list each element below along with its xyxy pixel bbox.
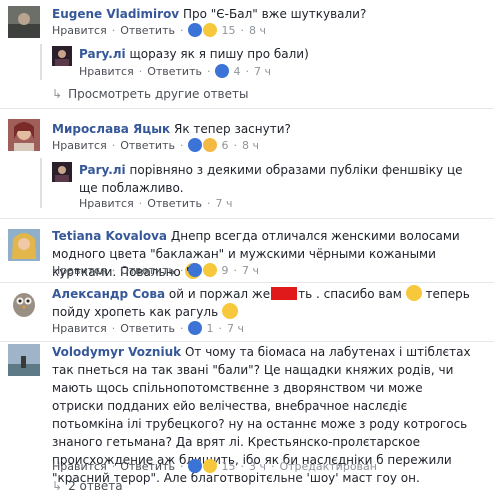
- like-reaction-icon: [188, 321, 203, 335]
- like-link[interactable]: Нравится: [52, 24, 107, 37]
- like-reaction-icon: [188, 138, 203, 152]
- view-replies-link[interactable]: ↳ 2 ответа: [52, 479, 123, 493]
- comment-body: Pary.лі щоразу як я пишу про бали): [79, 45, 479, 63]
- comment-actions: Нравится · Ответить · 9 · 7 ч: [52, 263, 259, 277]
- comment-author[interactable]: Мирослава Яцык: [52, 122, 170, 136]
- like-link[interactable]: Нравится: [79, 65, 134, 78]
- reaction-count[interactable]: 1: [206, 322, 213, 335]
- like-link[interactable]: Нравится: [52, 264, 107, 277]
- comment-text: порівняно з деякими образами публіки фен…: [79, 163, 463, 195]
- comment-body: Александр Сова ой и поржал же ть . спасиб…: [52, 285, 482, 321]
- like-link[interactable]: Нравится: [52, 322, 107, 335]
- reply-thread-line: [40, 158, 42, 208]
- comment-text: щоразу як я пишу про бали): [129, 47, 309, 61]
- reply-link[interactable]: Ответить: [120, 264, 175, 277]
- haha-reaction-icon: [203, 263, 218, 277]
- avatar[interactable]: [52, 162, 72, 182]
- comment-text: ой и поржал же: [168, 287, 271, 301]
- haha-reaction-icon: [203, 23, 218, 37]
- comment-actions: Нравится · Ответить · 4 · 7 ч: [79, 64, 271, 78]
- avatar[interactable]: [8, 287, 40, 319]
- timestamp[interactable]: 8 ч: [242, 139, 259, 152]
- reaction-count[interactable]: 15: [221, 460, 235, 473]
- comment-author[interactable]: Tetiana Kovalova: [52, 229, 167, 243]
- comment-author[interactable]: Volodymyr Vozniuk: [52, 345, 181, 359]
- comment-actions: Нравится · Ответить · 15 · 8 ч: [52, 23, 266, 37]
- reply-link[interactable]: Ответить: [120, 322, 175, 335]
- comment-author[interactable]: Pary.лі: [79, 47, 126, 61]
- divider: [0, 108, 494, 109]
- like-reaction-icon: [215, 64, 230, 78]
- comment-author[interactable]: Александр Сова: [52, 287, 165, 301]
- comment-text: Про "Є-Бал" вже шуткували?: [182, 7, 367, 21]
- reaction-count[interactable]: 15: [221, 24, 235, 37]
- like-link[interactable]: Нравится: [52, 460, 107, 473]
- reply-arrow-icon: ↳: [52, 479, 63, 493]
- comment-text: Як тепер заснути?: [174, 122, 291, 136]
- reply-thread-line: [40, 44, 42, 80]
- smile-emoji-icon: [405, 285, 422, 301]
- censor-bar: [271, 287, 298, 300]
- reaction-count[interactable]: 4: [233, 65, 240, 78]
- like-reaction-icon: [188, 263, 203, 277]
- avatar[interactable]: [52, 46, 72, 66]
- reaction-count[interactable]: 9: [221, 264, 228, 277]
- wow-reaction-icon: [203, 138, 218, 152]
- like-reaction-icon: [188, 23, 203, 37]
- comment-author[interactable]: Eugene Vladimirov: [52, 7, 179, 21]
- edited-label[interactable]: Отредактирован: [279, 460, 377, 473]
- like-link[interactable]: Нравится: [52, 139, 107, 152]
- reply-link[interactable]: Ответить: [147, 197, 202, 210]
- view-more-replies-link[interactable]: ↳ Просмотреть другие ответы: [52, 87, 248, 101]
- comment-body: Pary.лі порівняно з деякими образами пуб…: [79, 161, 469, 197]
- divider: [0, 218, 494, 219]
- avatar[interactable]: [8, 344, 40, 376]
- avatar[interactable]: [8, 229, 40, 261]
- comment-actions: Нравится · Ответить · 7 ч: [79, 197, 233, 210]
- avatar[interactable]: [8, 119, 40, 151]
- timestamp[interactable]: 3 ч: [249, 460, 266, 473]
- comment-actions: Нравится · Ответить · 1 · 7 ч: [52, 321, 244, 335]
- reply-link[interactable]: Ответить: [120, 460, 175, 473]
- timestamp[interactable]: 7 ч: [215, 197, 232, 210]
- like-link[interactable]: Нравится: [79, 197, 134, 210]
- comment-text: ть . спасибо вам: [298, 287, 402, 301]
- smile-emoji-icon: [221, 303, 238, 319]
- timestamp[interactable]: 7 ч: [242, 264, 259, 277]
- reply-link[interactable]: Ответить: [120, 139, 175, 152]
- reaction-count[interactable]: 6: [221, 139, 228, 152]
- avatar[interactable]: [8, 6, 40, 38]
- comment-author[interactable]: Pary.лі: [79, 163, 126, 177]
- reply-link[interactable]: Ответить: [147, 65, 202, 78]
- timestamp[interactable]: 7 ч: [227, 322, 244, 335]
- haha-reaction-icon: [203, 459, 218, 473]
- comment-body: Eugene Vladimirov Про "Є-Бал" вже шуткув…: [52, 5, 482, 23]
- reply-link[interactable]: Ответить: [120, 24, 175, 37]
- divider: [0, 282, 494, 283]
- like-reaction-icon: [188, 459, 203, 473]
- comment-actions: Нравится · Ответить · 15 · 3 ч · Отредактирован: [52, 459, 377, 473]
- comment-actions: Нравится · Ответить · 6 · 8 ч: [52, 138, 259, 152]
- comment-body: Мирослава Яцык Як тепер заснути?: [52, 120, 482, 138]
- divider: [0, 341, 494, 342]
- reply-arrow-icon: ↳: [52, 87, 63, 101]
- timestamp[interactable]: 8 ч: [249, 24, 266, 37]
- timestamp[interactable]: 7 ч: [254, 65, 271, 78]
